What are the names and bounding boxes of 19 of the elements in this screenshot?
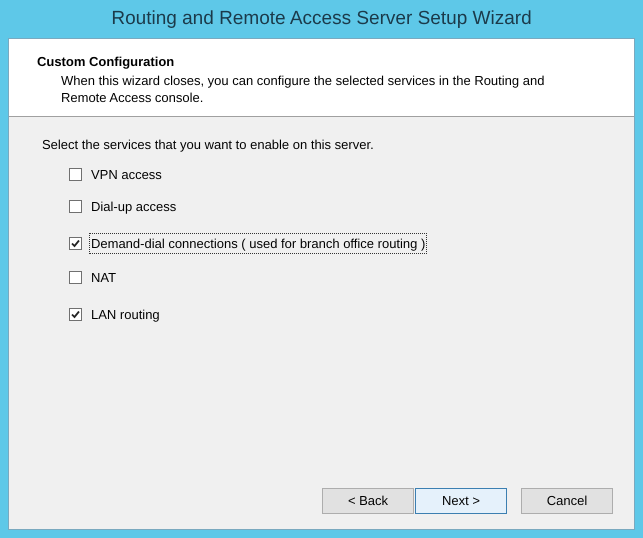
header-description: When this wizard closes, you can configure the selected services in the Routing and Remote Access console. [61, 72, 546, 106]
checkbox-label: VPN access [90, 166, 163, 184]
checkmark-icon [71, 238, 80, 248]
window-title: Routing and Remote Access Server Setup Wizard [110, 6, 533, 31]
checkbox[interactable] [69, 200, 82, 214]
wizard-button[interactable]: < Back [322, 488, 414, 514]
checkbox[interactable] [69, 271, 82, 284]
checkbox[interactable] [69, 168, 82, 181]
checkbox-label: Demand-dial connections ( used for branch office routing ) [90, 234, 426, 253]
wizard-button[interactable]: Next > [415, 488, 507, 514]
checkmark-icon [71, 310, 80, 319]
checkbox-label: LAN routing [90, 306, 161, 324]
header-title: Custom Configuration [37, 53, 176, 71]
checkbox[interactable] [69, 236, 82, 250]
checkbox-label: Dial-up access [90, 198, 178, 216]
checkbox-label: NAT [90, 269, 118, 287]
prompt-text: Select the services that you want to enable on this server. [42, 136, 375, 154]
wizard-button[interactable]: Cancel [521, 488, 613, 514]
checkbox[interactable] [69, 308, 82, 321]
